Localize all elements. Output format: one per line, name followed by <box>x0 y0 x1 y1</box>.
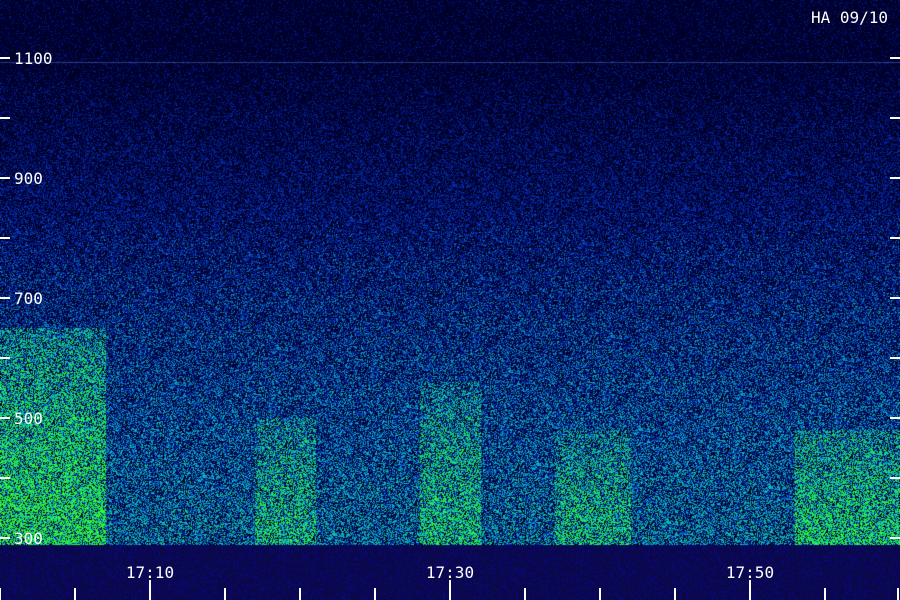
y-tick-label: 500 <box>14 409 43 428</box>
y-tick-label: 700 <box>14 289 43 308</box>
x-tick-label: 17:50 <box>726 563 774 582</box>
y-tick-label: 300 <box>14 529 43 548</box>
x-tick-label: 17:10 <box>126 563 174 582</box>
x-axis: 17:10 17:30 17:50 <box>0 563 899 600</box>
y-axis: 1100 900 700 500 300 <box>0 49 900 548</box>
axes-overlay: HA 09/10 1100 900 700 500 300 17:10 17:30 17:5… <box>0 8 900 600</box>
chart-title: HA 09/10 <box>811 8 888 27</box>
y-tick-label: 900 <box>14 169 43 188</box>
y-tick-label: 1100 <box>14 49 53 68</box>
x-tick-label: 17:30 <box>426 563 474 582</box>
